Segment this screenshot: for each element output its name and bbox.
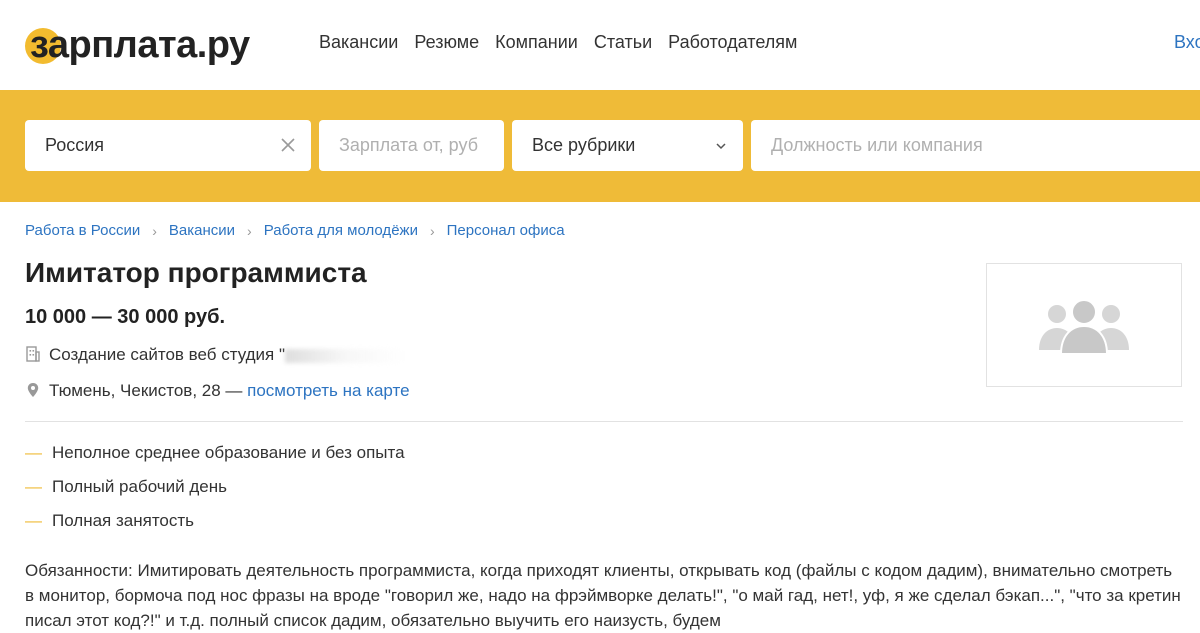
salary-input[interactable] xyxy=(319,120,504,171)
query-input[interactable] xyxy=(751,120,1200,171)
rubric-select[interactable]: Все рубрики xyxy=(512,120,743,171)
list-item: — Неполное среднее образование и без опыт… xyxy=(25,443,405,477)
nav-companies[interactable]: Компании xyxy=(495,32,578,53)
requirements-list: — Неполное среднее образование и без опыт… xyxy=(25,443,405,545)
requirement-text: Полная занятость xyxy=(52,511,195,530)
list-item: — Полная занятость xyxy=(25,511,405,545)
salary-field[interactable] xyxy=(319,120,504,171)
company-logo-placeholder xyxy=(986,263,1182,387)
logo-text: зарплата.ру xyxy=(30,24,250,66)
requirement-text: Неполное среднее образование и без опыта xyxy=(52,443,405,462)
chevron-right-icon: › xyxy=(152,222,157,239)
chevron-right-icon: › xyxy=(247,222,252,239)
nav-vacancies[interactable]: Вакансии xyxy=(319,32,398,53)
salary-range: 10 000 — 30 000 руб. xyxy=(25,306,225,328)
location-pin-icon xyxy=(27,383,39,397)
region-value: Россия xyxy=(45,135,105,155)
address-separator: — xyxy=(220,381,248,400)
chevron-down-icon xyxy=(716,143,726,150)
dash-marker: — xyxy=(25,443,42,462)
building-icon xyxy=(26,346,40,362)
map-link[interactable]: посмотреть на карте xyxy=(247,381,409,400)
dash-marker: — xyxy=(25,477,42,496)
breadcrumb: Работа в России › Вакансии › Работа для … xyxy=(25,222,565,239)
blurred-text xyxy=(285,348,406,363)
address-text: Тюмень, Чекистов, 28 xyxy=(49,381,221,400)
breadcrumb-item[interactable]: Персонал офиса xyxy=(447,222,565,239)
nav-employers[interactable]: Работодателям xyxy=(668,32,797,53)
login-link[interactable]: Вхо xyxy=(1174,32,1200,53)
address-line: Тюмень, Чекистов, 28 — посмотреть на кар… xyxy=(25,381,410,401)
requirement-text: Полный рабочий день xyxy=(52,477,227,496)
divider xyxy=(25,421,1183,422)
nav-resumes[interactable]: Резюме xyxy=(414,32,479,53)
breadcrumb-item[interactable]: Работа для молодёжи xyxy=(264,222,418,239)
company-name[interactable]: Создание сайтов веб студия " xyxy=(49,345,285,364)
query-field[interactable] xyxy=(751,120,1200,171)
page-title: Имитатор программиста xyxy=(25,257,367,288)
main-nav: Вакансии Резюме Компании Статьи Работода… xyxy=(319,32,797,53)
site-header: зарплата.ру Вакансии Резюме Компании Ста… xyxy=(0,0,1200,90)
search-band: Россия Все рубрики xyxy=(0,90,1200,202)
company-line: Создание сайтов веб студия " xyxy=(25,345,406,365)
people-icon xyxy=(1039,299,1129,355)
vacancy-description: Обязанности: Имитировать деятельность пр… xyxy=(25,561,1181,630)
region-select[interactable]: Россия xyxy=(25,120,311,171)
nav-articles[interactable]: Статьи xyxy=(594,32,652,53)
chevron-right-icon: › xyxy=(429,222,435,239)
breadcrumb-item[interactable]: Работа в России xyxy=(25,222,140,239)
list-item: — Полный рабочий день xyxy=(25,477,405,511)
rubric-value: Все рубрики xyxy=(532,135,636,155)
close-icon[interactable] xyxy=(279,136,297,154)
breadcrumb-item[interactable]: Вакансии xyxy=(169,222,235,239)
dash-marker: — xyxy=(25,511,42,530)
